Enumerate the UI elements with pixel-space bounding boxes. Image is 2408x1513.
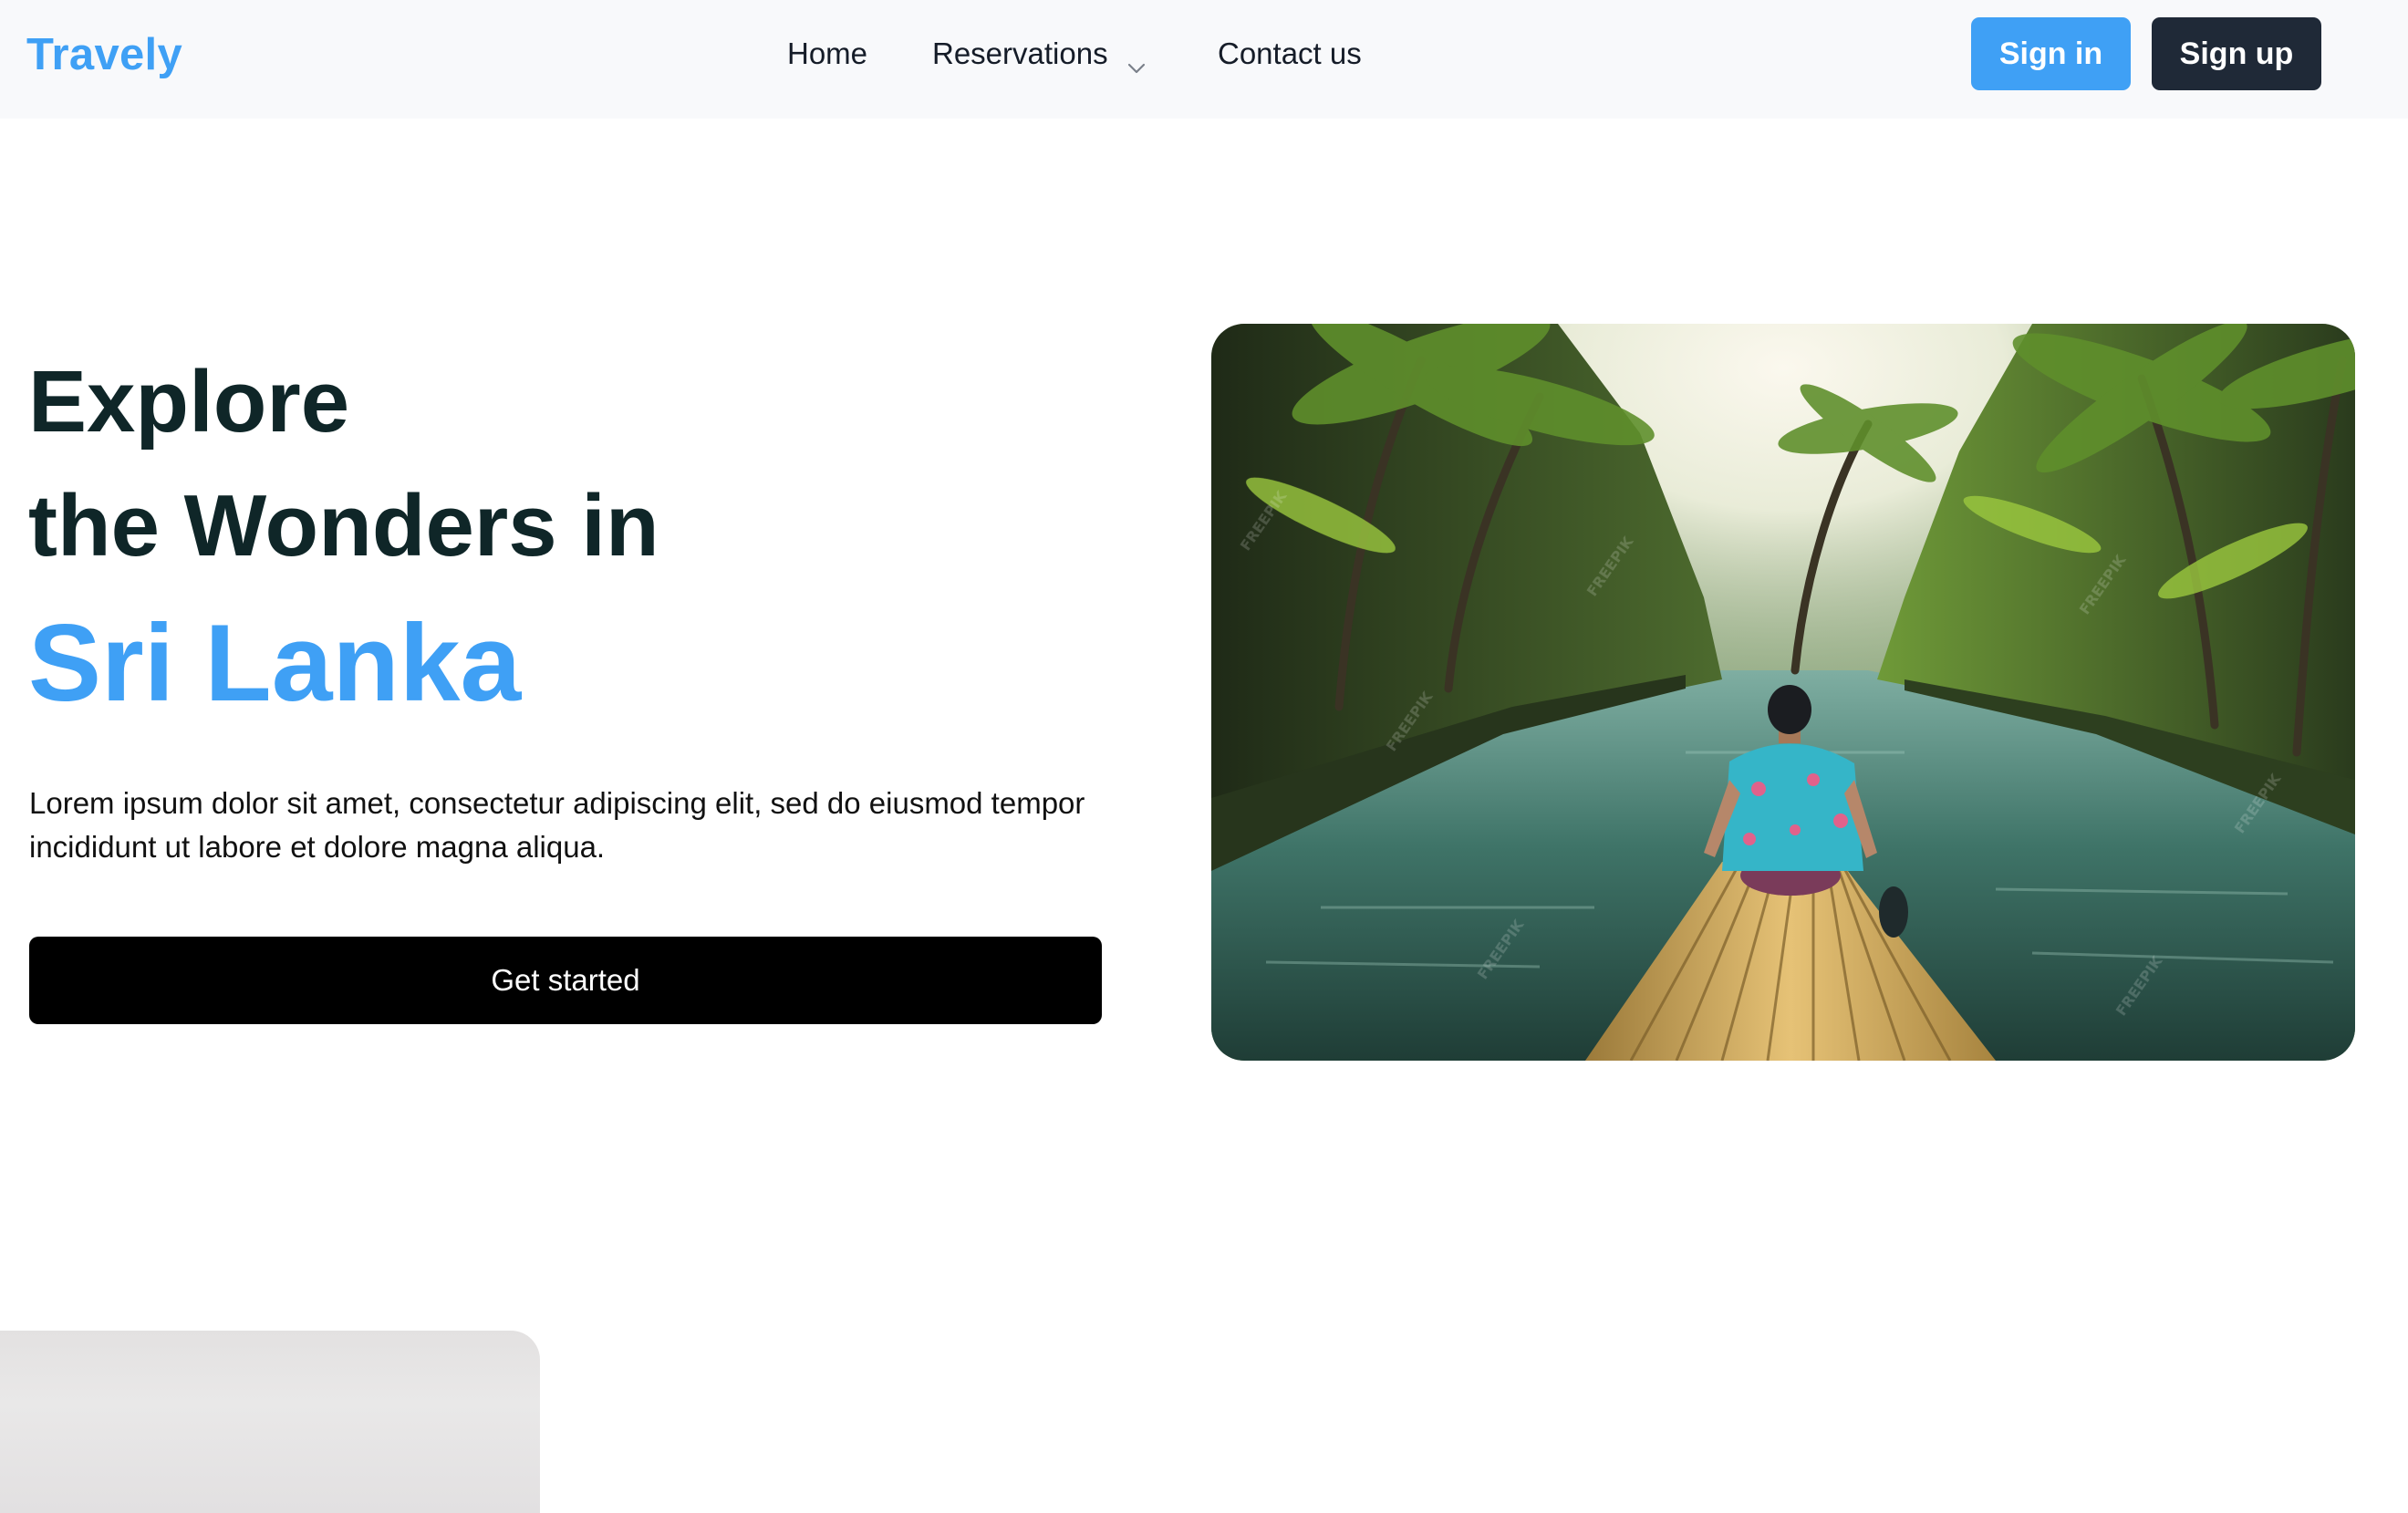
nav-reservations-dropdown[interactable]: Reservations	[932, 29, 1147, 78]
hero-heading-highlight: Sri Lanka	[28, 602, 522, 724]
hero-heading-line-2: the Wonders in	[28, 477, 659, 575]
brand-logo[interactable]: Travely	[26, 20, 182, 89]
nav-reservations-label: Reservations	[932, 36, 1108, 70]
sign-in-button[interactable]: Sign in	[1971, 17, 2131, 90]
chevron-down-icon	[1126, 44, 1147, 74]
next-section-image	[0, 1331, 540, 1513]
hero-description: Lorem ipsum dolor sit amet, consectetur …	[29, 786, 1085, 864]
hero-image: FREEPIK FREEPIK FREEPIK FREEPIK FREEPIK …	[1211, 324, 2355, 1061]
hero-heading-line-1: Explore	[28, 353, 350, 451]
nav-contact-link[interactable]: Contact us	[1218, 29, 1362, 78]
top-navbar: Travely Home Reservations Contact us Sig…	[0, 0, 2408, 119]
sign-up-button[interactable]: Sign up	[2152, 17, 2321, 90]
get-started-button[interactable]: Get started	[29, 937, 1102, 1024]
nav-home-link[interactable]: Home	[787, 29, 867, 78]
